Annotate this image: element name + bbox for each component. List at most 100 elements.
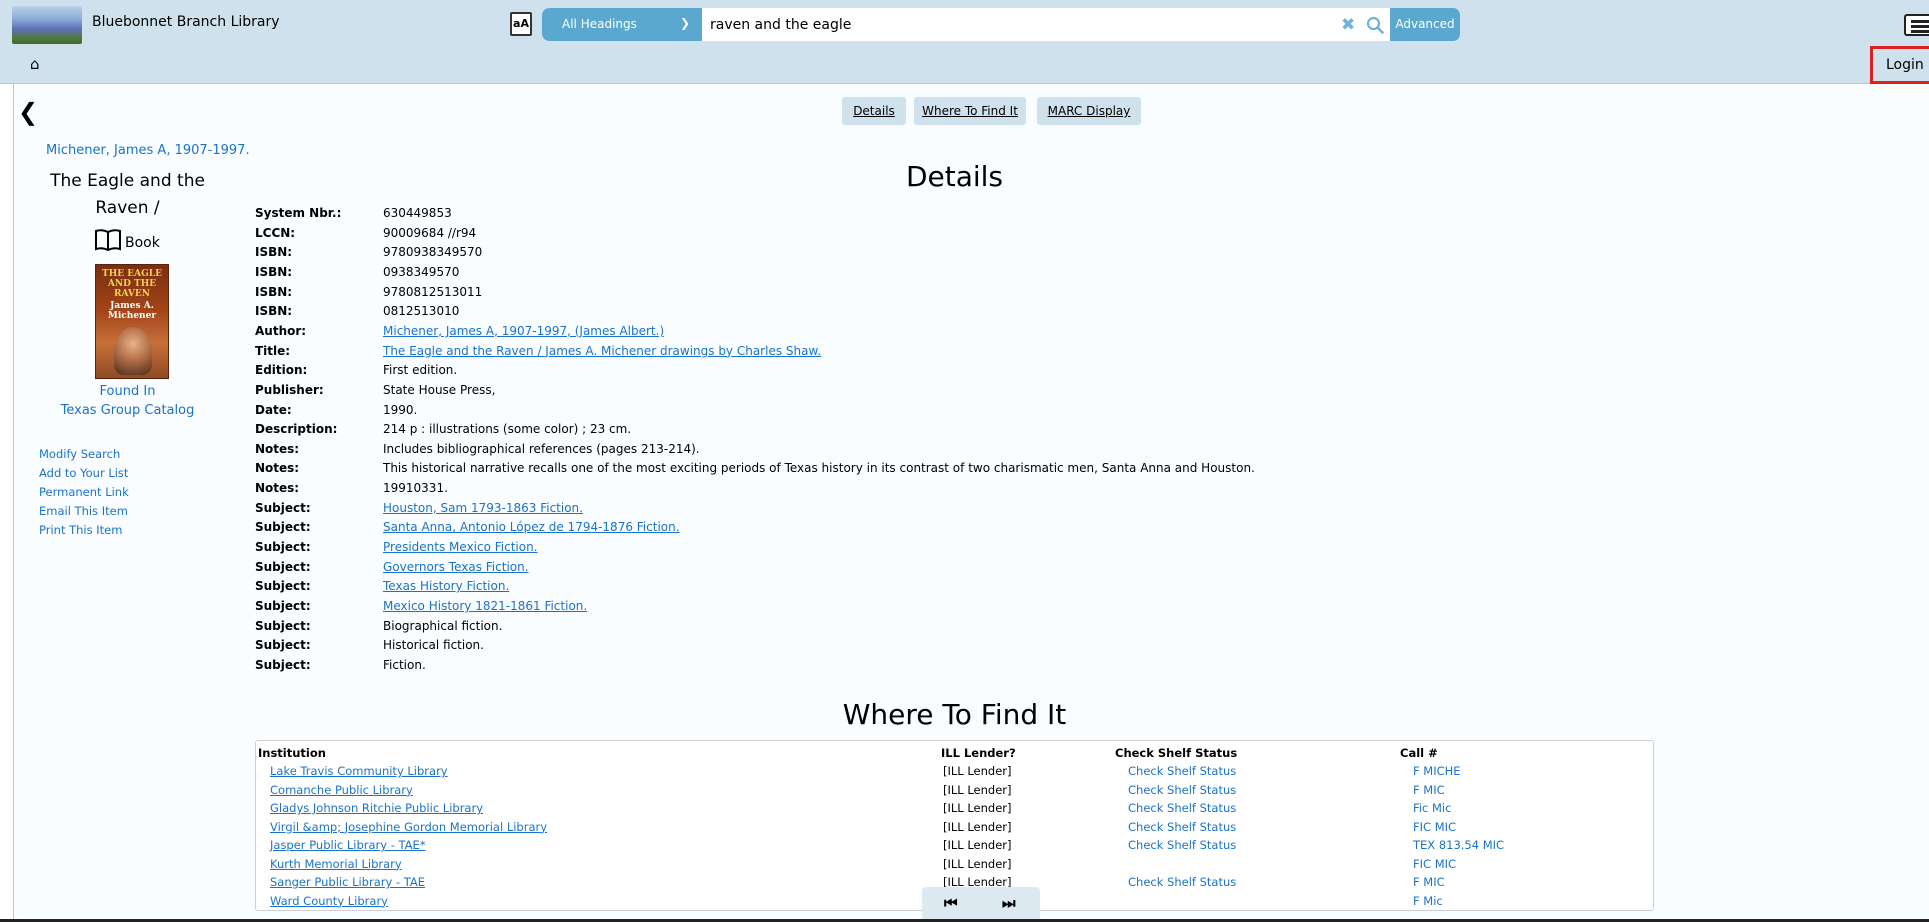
- search-icon[interactable]: [1366, 16, 1384, 34]
- detail-value: 9780938349570: [383, 245, 483, 260]
- email-item-link[interactable]: Email This Item: [39, 504, 129, 523]
- detail-label: Subject:: [255, 559, 311, 574]
- check-shelf-status-link[interactable]: Check Shelf Status: [1128, 764, 1236, 778]
- institution-link[interactable]: Jasper Public Library - TAE*: [270, 838, 426, 852]
- detail-label: Notes:: [255, 481, 300, 496]
- tab-marc-display[interactable]: MARC Display: [1037, 97, 1141, 125]
- institution-link[interactable]: Sanger Public Library - TAE: [270, 875, 425, 889]
- call-number-link[interactable]: F Mic: [1413, 894, 1443, 908]
- detail-value: This historical narrative recalls one of…: [383, 461, 1255, 476]
- detail-value-link[interactable]: The Eagle and the Raven / James A. Miche…: [383, 344, 821, 358]
- cover-title: THE EAGLE AND THE RAVEN: [102, 269, 162, 299]
- detail-label: ISBN:: [255, 264, 293, 279]
- detail-label: Edition:: [255, 363, 308, 378]
- format-text: Book: [125, 235, 160, 251]
- search-bar: All Headings ❯ ✖ Advanced: [542, 8, 1460, 41]
- detail-label: Subject:: [255, 657, 311, 672]
- call-number-link[interactable]: F MICHE: [1413, 764, 1461, 778]
- library-name[interactable]: Bluebonnet Branch Library: [92, 14, 280, 30]
- call-number-link[interactable]: F MIC: [1413, 875, 1445, 889]
- detail-label: ISBN:: [255, 245, 293, 260]
- column-header-call-number: Call #: [1400, 746, 1438, 760]
- details-heading: Details: [905, 160, 1004, 193]
- detail-value: 9780812513011: [383, 284, 483, 299]
- book-cover-image[interactable]: THE EAGLE AND THE RAVEN James A. Michene…: [95, 264, 169, 379]
- ill-lender-value: [ILL Lender]: [943, 838, 1012, 852]
- home-icon[interactable]: ⌂: [30, 55, 40, 73]
- check-shelf-status-link[interactable]: Check Shelf Status: [1128, 838, 1236, 852]
- search-input[interactable]: [702, 8, 1352, 41]
- institution-link[interactable]: Comanche Public Library: [270, 783, 413, 797]
- sidebar-author-link[interactable]: Michener, James A, 1907-1997.: [46, 143, 250, 158]
- found-in-link[interactable]: Found In Texas Group Catalog: [40, 382, 215, 420]
- call-number-link[interactable]: FIC MIC: [1413, 820, 1456, 834]
- detail-value: Includes bibliographical references (pag…: [383, 441, 700, 456]
- where-to-find-heading: Where To Find It: [842, 698, 1067, 731]
- permanent-link[interactable]: Permanent Link: [39, 485, 129, 504]
- institution-link[interactable]: Virgil &amp; Josephine Gordon Memorial L…: [270, 820, 547, 834]
- detail-label: LCCN:: [255, 225, 296, 240]
- institution-link[interactable]: Gladys Johnson Ritchie Public Library: [270, 801, 483, 815]
- top-header: Bluebonnet Branch Library aA All Heading…: [0, 0, 1929, 84]
- detail-value: 19910331.: [383, 481, 448, 496]
- ill-lender-value: [ILL Lender]: [943, 782, 1012, 797]
- column-header-ill-lender: ILL Lender?: [941, 746, 1016, 760]
- check-shelf-status-link[interactable]: Check Shelf Status: [1128, 875, 1236, 889]
- call-number-link[interactable]: Fic Mic: [1413, 801, 1451, 815]
- check-shelf-status-link[interactable]: Check Shelf Status: [1128, 783, 1236, 797]
- last-page-icon[interactable]: ⏭: [1002, 894, 1016, 912]
- clear-search-icon[interactable]: ✖: [1341, 15, 1355, 35]
- format-label: Book: [94, 228, 160, 252]
- detail-value-link[interactable]: Houston, Sam 1793-1863 Fiction.: [383, 501, 583, 515]
- detail-value-link[interactable]: Michener, James A, 1907-1997, (James Alb…: [383, 324, 664, 338]
- detail-value: Historical fiction.: [383, 638, 484, 653]
- detail-value-link[interactable]: Governors Texas Fiction.: [383, 560, 529, 574]
- institution-link[interactable]: Ward County Library: [270, 894, 388, 908]
- detail-label: Notes:: [255, 441, 300, 456]
- detail-value-link[interactable]: Mexico History 1821-1861 Fiction.: [383, 599, 587, 613]
- detail-label: Date:: [255, 402, 292, 417]
- print-item-link[interactable]: Print This Item: [39, 523, 129, 542]
- detail-label: Title:: [255, 343, 291, 358]
- detail-label: Publisher:: [255, 382, 324, 397]
- library-logo-image[interactable]: [12, 6, 82, 44]
- detail-label: Subject:: [255, 579, 311, 594]
- modify-search-link[interactable]: Modify Search: [39, 447, 129, 466]
- institution-link[interactable]: Lake Travis Community Library: [270, 764, 448, 778]
- advanced-search-button[interactable]: Advanced: [1390, 8, 1460, 41]
- detail-value: Fiction.: [383, 657, 426, 672]
- detail-value-link[interactable]: Santa Anna, Antonio López de 1794-1876 F…: [383, 520, 680, 534]
- detail-value-link[interactable]: Presidents Mexico Fiction.: [383, 540, 538, 554]
- check-shelf-status-link[interactable]: Check Shelf Status: [1128, 820, 1236, 834]
- tab-details[interactable]: Details: [842, 97, 906, 125]
- tab-where-to-find-it[interactable]: Where To Find It: [914, 97, 1026, 125]
- chevron-down-icon: ❯: [679, 16, 690, 30]
- book-icon: [95, 229, 121, 252]
- detail-value: State House Press,: [383, 382, 496, 397]
- check-shelf-status-link[interactable]: Check Shelf Status: [1128, 801, 1236, 815]
- detail-label: Subject:: [255, 618, 311, 633]
- sidebar-title-line2: Raven /: [95, 198, 160, 218]
- first-page-icon[interactable]: ⏮: [944, 894, 958, 912]
- ill-lender-value: [ILL Lender]: [943, 764, 1012, 778]
- institution-link[interactable]: Kurth Memorial Library: [270, 857, 402, 871]
- pager: ⏮ ⏭: [922, 887, 1040, 920]
- back-icon[interactable]: ❮: [18, 98, 38, 126]
- detail-value: 0938349570: [383, 264, 460, 279]
- detail-value: 214 p : illustrations (some color) ; 23 …: [383, 422, 632, 437]
- detail-label: Subject:: [255, 638, 311, 653]
- detail-label: Notes:: [255, 461, 300, 476]
- call-number-link[interactable]: F MIC: [1413, 783, 1445, 797]
- translate-icon[interactable]: aA: [510, 12, 532, 36]
- login-button[interactable]: Login: [1870, 46, 1929, 84]
- column-header-shelf-status: Check Shelf Status: [1115, 746, 1238, 760]
- detail-value-link[interactable]: Texas History Fiction.: [383, 579, 509, 593]
- menu-icon[interactable]: [1904, 14, 1929, 36]
- detail-label: System Nbr.:: [255, 206, 342, 220]
- add-to-list-link[interactable]: Add to Your List: [39, 466, 129, 485]
- call-number-link[interactable]: TEX 813.54 MIC: [1413, 838, 1504, 852]
- search-scope-dropdown[interactable]: All Headings ❯: [542, 8, 702, 41]
- found-in-line2: Texas Group Catalog: [60, 403, 195, 418]
- detail-label: ISBN:: [255, 284, 293, 299]
- call-number-link[interactable]: FIC MIC: [1413, 857, 1456, 871]
